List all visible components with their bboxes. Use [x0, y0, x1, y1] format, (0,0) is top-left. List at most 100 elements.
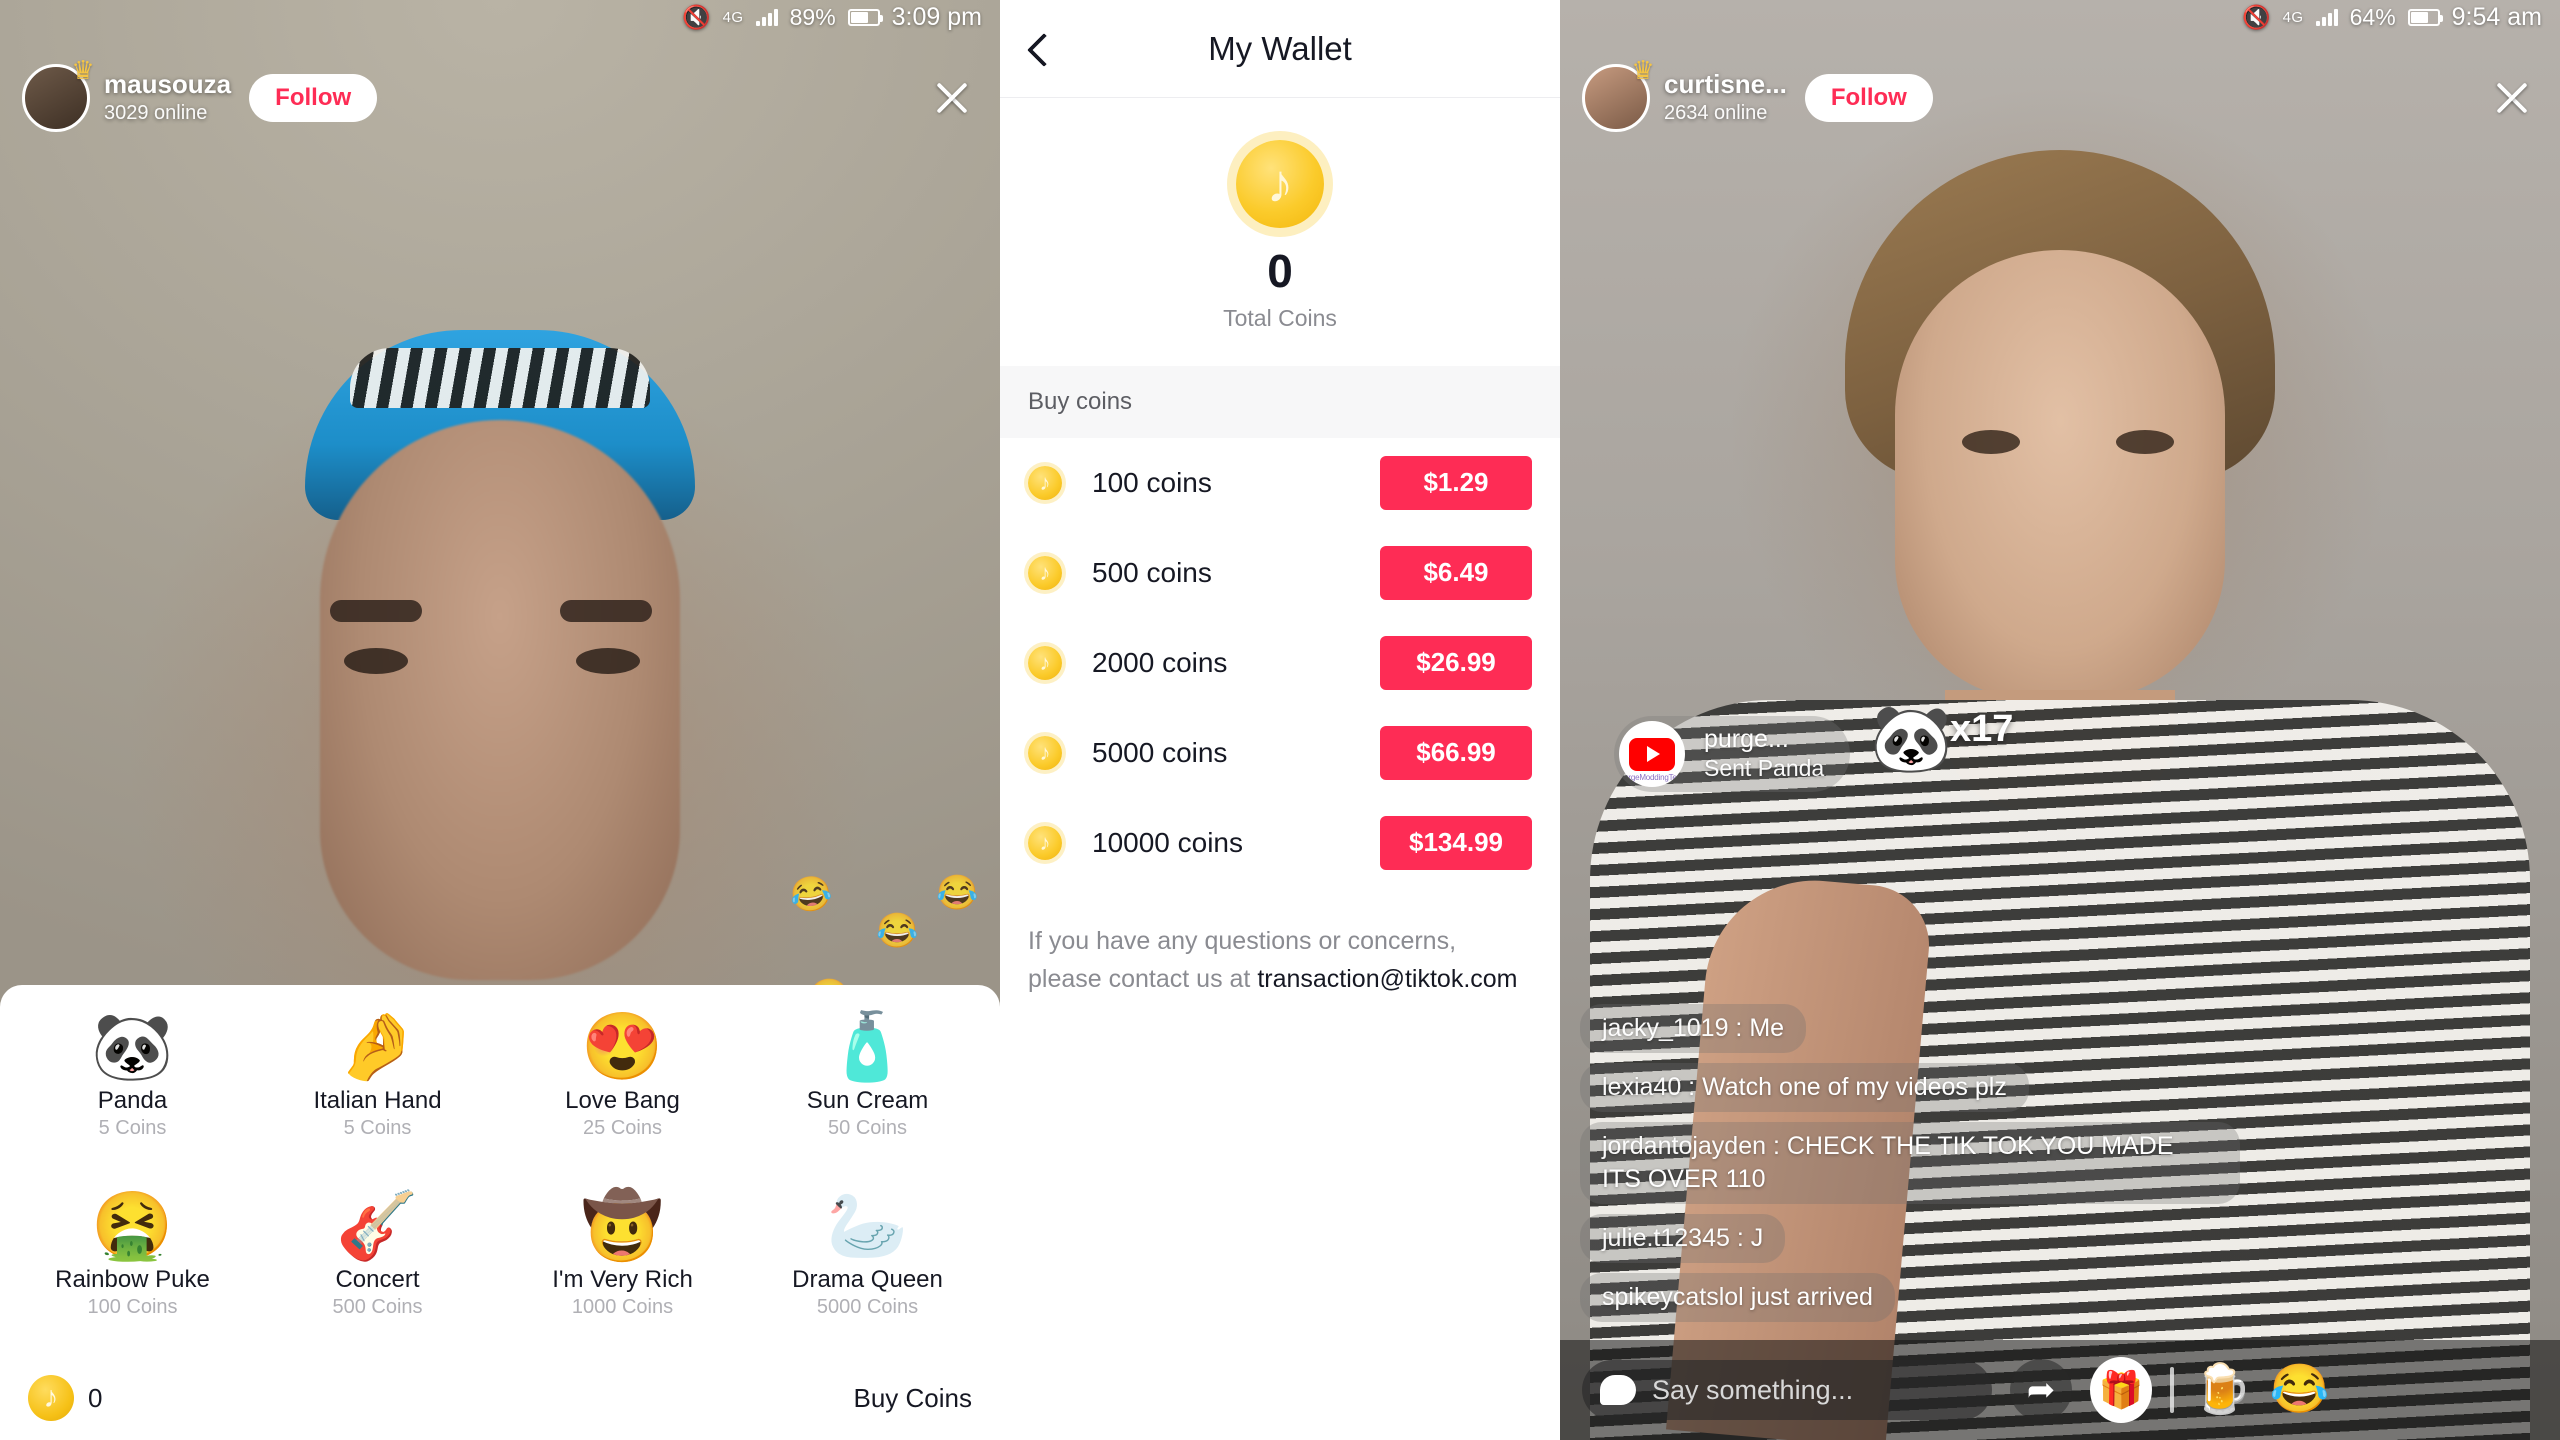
chat-text: Me: [1749, 1014, 1785, 1042]
table-row[interactable]: ♪ 2000 coins $26.99: [1000, 618, 1560, 708]
crown-icon: ♛: [1631, 55, 1655, 85]
gift-item[interactable]: 🐼 Panda 5 Coins: [10, 999, 255, 1178]
screenshot-root: 😂 😂 😂 😂 😂 😂 😂 😂 🔇 4G 89% 3:09 pm ♛ mauso…: [0, 0, 2560, 1440]
gift-item[interactable]: 🦢 Drama Queen 5000 Coins: [745, 1178, 990, 1357]
battery-icon: [847, 8, 883, 26]
close-icon[interactable]: [2486, 72, 2538, 124]
back-arrow-icon[interactable]: [1022, 32, 1056, 66]
buy-coins-button[interactable]: Buy Coins: [854, 1383, 973, 1414]
right-live-panel: 🔇 4G 64% 9:54 am ♛ curtisne... 2634 onli…: [1560, 0, 2560, 1440]
live-bottom-bar: Say something... ➦ 🎁 🍺 😂: [1560, 1340, 2560, 1440]
subject-face: [1895, 250, 2225, 700]
gift-price: 5 Coins: [98, 1117, 167, 1139]
chat-username: jacky_1019: [1602, 1014, 1729, 1042]
gift-price: 5 Coins: [343, 1117, 412, 1139]
subject-eye-left: [344, 648, 408, 674]
subject-eye-right: [2116, 430, 2174, 454]
close-icon[interactable]: [926, 72, 978, 124]
sender-username: purge...: [1704, 725, 1789, 754]
gift-item[interactable]: 🎸 Concert 500 Coins: [255, 1178, 500, 1357]
floating-emoji: 😂: [936, 874, 979, 912]
buy-package-button[interactable]: $26.99: [1380, 635, 1532, 690]
gift-price: 5000 Coins: [816, 1295, 919, 1318]
buy-package-button[interactable]: $134.99: [1380, 815, 1532, 870]
gift-name: Love Bang: [565, 1087, 680, 1114]
avatar-wrap[interactable]: ♛: [1582, 57, 1655, 132]
chat-separator: [1744, 1283, 1751, 1311]
viewer-count: 3029 online: [104, 101, 208, 124]
wallet-panel: My Wallet ♪ 0 Total Coins Buy coins ♪ 10…: [1000, 0, 1560, 1440]
host-username: curtisne...: [1664, 69, 1787, 100]
share-arrow-icon[interactable]: ➦: [2010, 1359, 2072, 1421]
gift-name: Concert: [335, 1265, 420, 1293]
gift-price: 500 Coins: [332, 1295, 423, 1318]
list-item: lexia40 : Watch one of my videos plz: [1580, 1063, 2029, 1112]
tiktok-coin-icon: ♪: [1028, 465, 1062, 500]
battery-icon: [2407, 8, 2443, 26]
signal-icon: [2315, 8, 2338, 26]
gift-tray-panel: 🐼 Panda 5 Coins 🤌 Italian Hand 5 Coins 😍…: [0, 985, 1000, 1440]
support-note: If you have any questions or concerns, p…: [1000, 888, 1560, 1000]
gift-tray-footer: ♪ 0 Buy Coins: [0, 1356, 1000, 1440]
chat-separator: :: [1728, 1014, 1750, 1042]
subject-cap-band: [350, 348, 650, 408]
gift-grid: 🐼 Panda 5 Coins 🤌 Italian Hand 5 Coins 😍…: [0, 985, 1000, 1356]
list-item: julie.t12345 : J: [1580, 1214, 1786, 1263]
gift-item[interactable]: 🤮 Rainbow Puke 100 Coins: [10, 1178, 255, 1357]
sun-cream-icon: 🧴: [826, 1009, 909, 1083]
gift-notification-toast: PurgeModdingTeam purge... Sent Panda: [1614, 716, 1851, 792]
tiktok-coin-icon: ♪: [1028, 825, 1062, 860]
live-header-left: ♛ mausouza 3029 online Follow: [22, 57, 978, 134]
table-row[interactable]: ♪ 100 coins $1.29: [1000, 438, 1560, 528]
gift-name: Panda: [97, 1087, 168, 1114]
avatar-wrap[interactable]: ♛: [22, 57, 95, 132]
wallet-header: My Wallet: [1000, 0, 1560, 98]
host-username: mausouza: [104, 69, 232, 100]
buy-package-button[interactable]: $6.49: [1380, 545, 1532, 600]
gift-item[interactable]: 🧴 Sun Cream 50 Coins: [745, 999, 990, 1178]
gift-item[interactable]: 🤠 I'm Very Rich 1000 Coins: [500, 1178, 745, 1357]
gift-multiplier-label: x17: [1950, 708, 2014, 750]
chat-separator: :: [1729, 1224, 1751, 1252]
love-bang-icon: 😍: [581, 1009, 664, 1083]
support-email: transaction@tiktok.com: [1257, 965, 1518, 994]
buy-package-button[interactable]: $66.99: [1380, 725, 1532, 780]
laughing-emoji-icon[interactable]: 😂: [2270, 1366, 2330, 1414]
follow-button[interactable]: Follow: [1804, 74, 1933, 122]
signal-icon: [755, 8, 778, 26]
coin-balance-chip[interactable]: ♪ 0: [28, 1375, 102, 1421]
live-chat-list[interactable]: jacky_1019 : Me lexia40 : Watch one of m…: [1580, 1004, 2240, 1322]
chat-text: J: [1750, 1224, 1764, 1252]
gift-item[interactable]: 🤌 Italian Hand 5 Coins: [255, 999, 500, 1178]
gift-item[interactable]: 😍 Love Bang 25 Coins: [500, 999, 745, 1178]
drama-queen-icon: 🦢: [826, 1187, 909, 1262]
gift-price: 25 Coins: [583, 1117, 662, 1139]
chat-username: julie.t12345: [1602, 1224, 1730, 1252]
package-coins-label: 10000 coins: [1092, 826, 1244, 858]
tiktok-coin-icon: ♪: [1028, 735, 1062, 770]
table-row[interactable]: ♪ 10000 coins $134.99: [1000, 798, 1560, 888]
gift-box-icon[interactable]: 🎁: [2090, 1357, 2152, 1423]
total-coins-label: Total Coins: [1223, 304, 1337, 331]
subject-brow-left: [330, 600, 422, 622]
list-item: spikeycatslol just arrived: [1580, 1273, 1895, 1322]
subject-eye-left: [1962, 430, 2020, 454]
comment-input[interactable]: Say something...: [1582, 1360, 1992, 1420]
clock-label: 9:54 am: [2451, 2, 2542, 31]
table-row[interactable]: ♪ 5000 coins $66.99: [1000, 708, 1560, 798]
buy-package-button[interactable]: $1.29: [1380, 455, 1532, 510]
package-coins-label: 2000 coins: [1092, 646, 1228, 678]
panda-icon: 🐼: [91, 1009, 174, 1083]
chat-separator: :: [1766, 1132, 1787, 1160]
beer-icon[interactable]: 🍺: [2192, 1366, 2252, 1414]
chat-separator: :: [1681, 1073, 1703, 1101]
gift-name: Drama Queen: [792, 1265, 943, 1293]
chat-text: just arrived: [1750, 1283, 1873, 1311]
gift-price: 100 Coins: [87, 1295, 178, 1318]
live-host-info: curtisne... 2634 online: [1664, 69, 1787, 126]
table-row[interactable]: ♪ 500 coins $6.49: [1000, 528, 1560, 618]
im-very-rich-icon: 🤠: [581, 1187, 664, 1262]
total-coins-value: 0: [1267, 245, 1293, 297]
follow-button[interactable]: Follow: [249, 74, 378, 122]
left-live-panel: 😂 😂 😂 😂 😂 😂 😂 😂 🔇 4G 89% 3:09 pm ♛ mauso…: [0, 0, 1000, 1440]
